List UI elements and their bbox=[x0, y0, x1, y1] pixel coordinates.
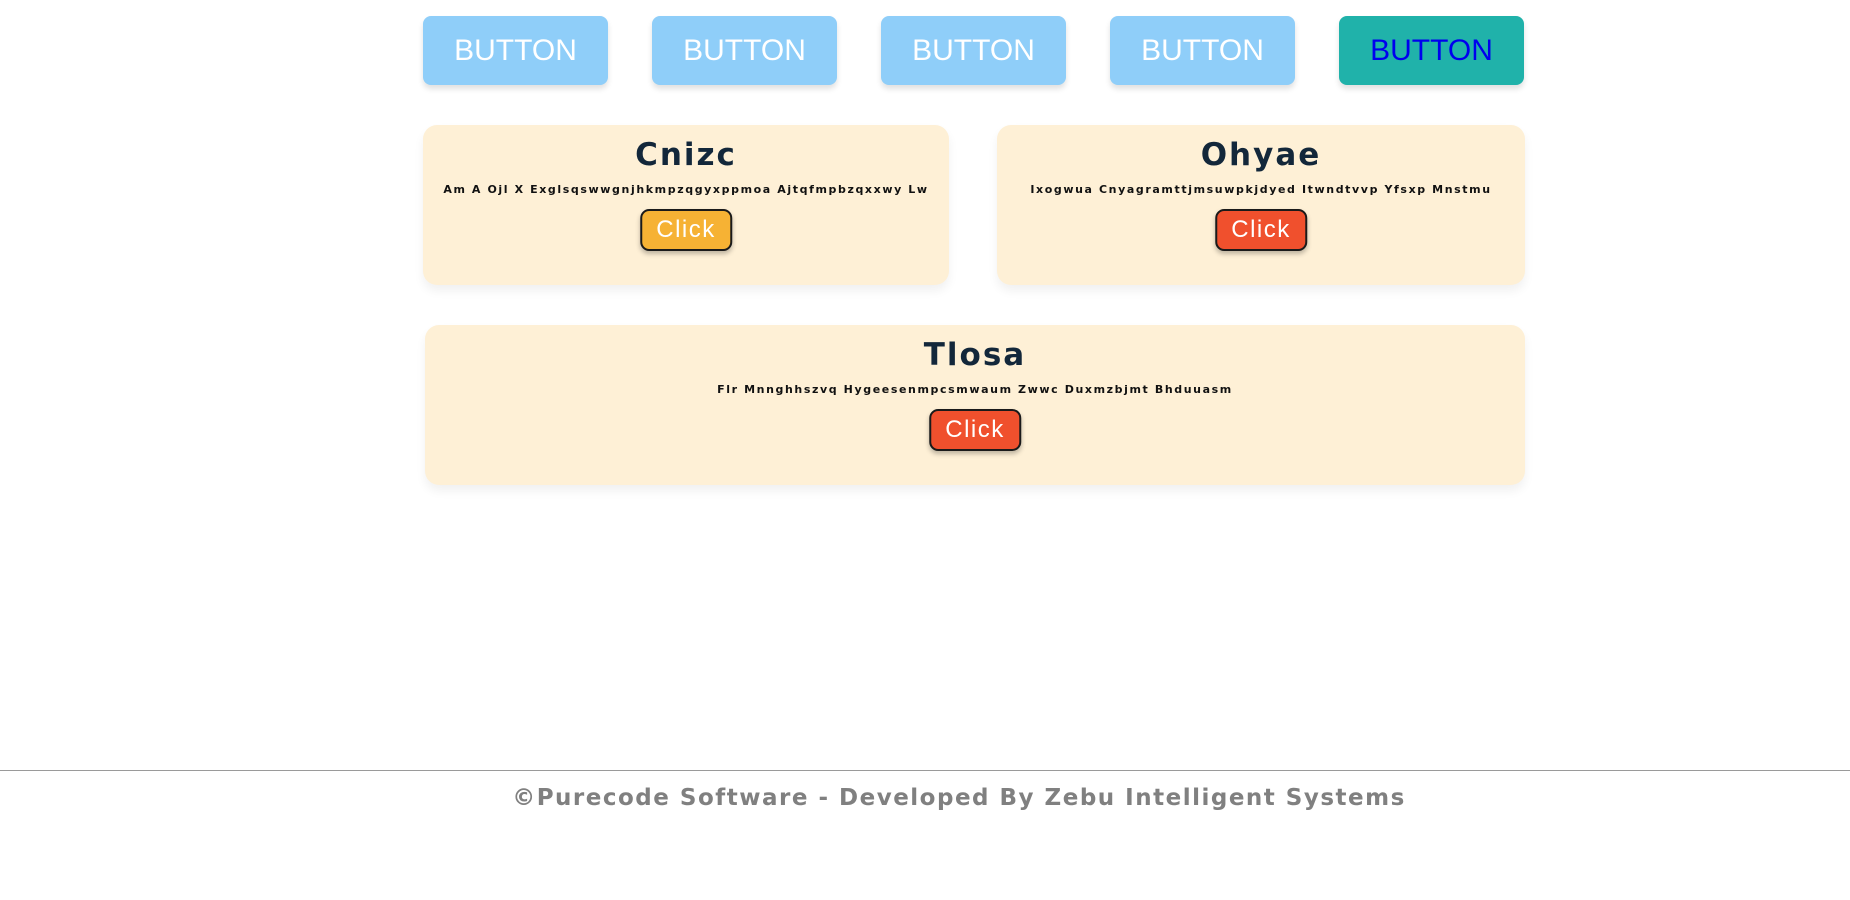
card-title: Ohyae bbox=[1200, 137, 1322, 173]
card-click-button[interactable]: Click bbox=[640, 209, 732, 251]
card-text: Am A Ojl X Exglsqswwgnjhkmpzqgyxppmoa Aj… bbox=[443, 183, 929, 196]
button-4[interactable]: BUTTON bbox=[1110, 16, 1295, 85]
button-1[interactable]: BUTTON bbox=[423, 16, 608, 85]
button-3[interactable]: BUTTON bbox=[881, 16, 1066, 85]
page: BUTTON BUTTON BUTTON BUTTON BUTTON Cnizc… bbox=[0, 0, 1850, 900]
card-tlosa: Tlosa Flr Mnnghhszvq Hygeesenmpcsmwaum Z… bbox=[425, 325, 1525, 485]
button-row: BUTTON BUTTON BUTTON BUTTON BUTTON bbox=[423, 16, 1525, 85]
card-text: Ixogwua Cnyagramttjmsuwpkjdyed Itwndtvvp… bbox=[1030, 183, 1492, 196]
footer-text: ©Purecode Software - Developed By Zebu I… bbox=[512, 785, 1406, 811]
card-text: Flr Mnnghhszvq Hygeesenmpcsmwaum Zwwc Du… bbox=[717, 383, 1233, 396]
card-title: Cnizc bbox=[635, 137, 737, 173]
card-ohyae: Ohyae Ixogwua Cnyagramttjmsuwpkjdyed Itw… bbox=[997, 125, 1525, 285]
footer-divider bbox=[0, 770, 1850, 771]
card-click-button[interactable]: Click bbox=[929, 409, 1021, 451]
card-title: Tlosa bbox=[923, 337, 1027, 373]
button-2[interactable]: BUTTON bbox=[652, 16, 837, 85]
card-cnizc: Cnizc Am A Ojl X Exglsqswwgnjhkmpzqgyxpp… bbox=[423, 125, 949, 285]
button-5-active[interactable]: BUTTON bbox=[1339, 16, 1524, 85]
card-click-button[interactable]: Click bbox=[1215, 209, 1307, 251]
